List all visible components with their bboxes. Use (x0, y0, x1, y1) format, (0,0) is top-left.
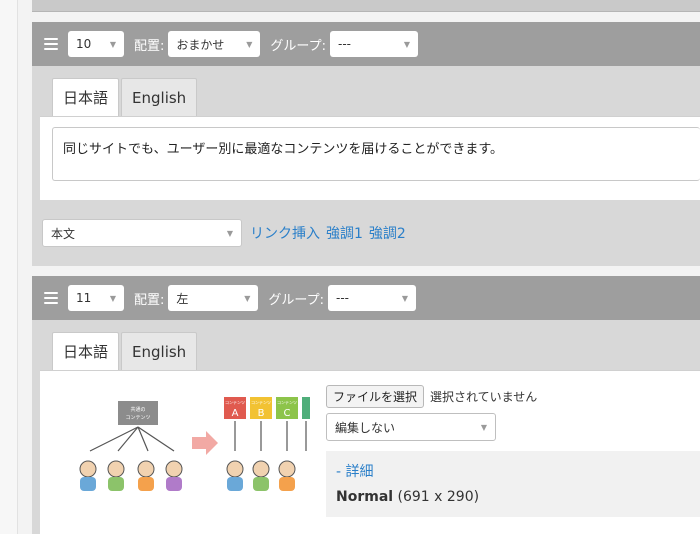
text-panel: 同じサイトでも、ユーザー別に最適なコンテンツを届けることができます。 (40, 116, 700, 200)
placement-value: おまかせ (176, 37, 225, 52)
order-value: 10 (76, 37, 92, 51)
previous-block-edge (32, 0, 700, 12)
placement-select[interactable]: 左 ▼ (168, 285, 259, 311)
order-value: 11 (76, 291, 92, 305)
group-value: --- (336, 291, 349, 305)
drag-handle-icon[interactable] (44, 35, 58, 53)
group-select[interactable]: --- ▼ (330, 31, 418, 57)
content-box-d (302, 397, 310, 419)
drag-handle-icon[interactable] (44, 289, 58, 307)
edit-select[interactable]: 編集しない ▼ (326, 413, 496, 441)
format-select[interactable]: 本文 ▼ (42, 219, 242, 247)
content-box-b-label: コンテンツ (251, 399, 271, 405)
tab-english[interactable]: English (121, 332, 198, 370)
block-11: 11 ▼ 配置: 左 ▼ グループ: --- ▼ 日本語 English 共通の コン… (32, 276, 700, 534)
order-select[interactable]: 10 ▼ (68, 31, 124, 57)
block-toolbar: 10 ▼ 配置: おまかせ ▼ グループ: --- ▼ (32, 22, 700, 66)
content-box-b-letter: B (258, 408, 265, 419)
chevron-down-icon: ▼ (109, 39, 116, 49)
chevron-down-icon: ▼ (244, 293, 251, 303)
placement-label: 配置: (134, 38, 165, 54)
content-boxes: コンテンツ A コンテンツ B コンテンツ C (224, 397, 310, 419)
common-content-label: 共通の (130, 406, 145, 413)
size-name: Normal (336, 489, 394, 505)
order-select[interactable]: 11 ▼ (68, 285, 124, 311)
emphasis-2-link[interactable]: 強調2 (369, 223, 406, 243)
common-content-label: コンテンツ (125, 415, 150, 421)
group-label: グループ: (270, 38, 326, 54)
personalization-illustration: 共通の コンテンツ コンテンツ A コンテンツ B コンテンツ C (79, 397, 310, 491)
chevron-down-icon: ▼ (480, 422, 487, 432)
chevron-down-icon: ▼ (401, 293, 408, 303)
file-status: 選択されていません (430, 390, 538, 404)
content-box-c-label: コンテンツ (277, 399, 297, 405)
users-group-left (79, 460, 183, 491)
image-size: Normal (691 x 290) (336, 489, 479, 505)
left-gutter (0, 0, 18, 534)
chevron-down-icon: ▼ (246, 39, 253, 49)
emphasis-1-link[interactable]: 強調1 (326, 223, 363, 243)
tab-english[interactable]: English (121, 78, 198, 116)
format-row: 本文 ▼ リンク挿入 強調1 強調2 (32, 200, 700, 266)
placement-value: 左 (176, 291, 189, 306)
chevron-down-icon: ▼ (403, 39, 410, 49)
language-tabs: 日本語 English (32, 320, 700, 370)
image-info-box: - 詳細 Normal (691 x 290) (326, 451, 700, 517)
content-box-a-label: コンテンツ (225, 399, 245, 405)
content-box-a-letter: A (232, 408, 239, 419)
block-toolbar: 11 ▼ 配置: 左 ▼ グループ: --- ▼ (32, 276, 700, 320)
common-content-box (118, 401, 158, 425)
placement-label: 配置: (134, 292, 165, 308)
group-label: グループ: (268, 292, 324, 308)
tab-japanese[interactable]: 日本語 (52, 78, 120, 116)
placement-select[interactable]: おまかせ ▼ (168, 31, 261, 57)
tab-japanese[interactable]: 日本語 (52, 332, 120, 370)
chevron-down-icon: ▼ (109, 293, 116, 303)
image-panel: 共通の コンテンツ コンテンツ A コンテンツ B コンテンツ C ファイルを選… (40, 370, 700, 534)
edit-select-value: 編集しない (335, 420, 396, 435)
arrow-right-icon (192, 431, 218, 455)
users-group-right (226, 460, 296, 491)
file-row: ファイルを選択 選択されていません (326, 385, 537, 408)
format-value: 本文 (51, 226, 76, 241)
size-dims: (691 x 290) (397, 489, 480, 505)
choose-file-button[interactable]: ファイルを選択 (326, 385, 425, 408)
body-text-input[interactable]: 同じサイトでも、ユーザー別に最適なコンテンツを届けることができます。 (52, 127, 700, 181)
group-value: --- (338, 37, 351, 51)
chevron-down-icon: ▼ (226, 228, 233, 238)
detail-link[interactable]: - 詳細 (336, 461, 374, 481)
block-10: 10 ▼ 配置: おまかせ ▼ グループ: --- ▼ 日本語 English 同じサ… (32, 22, 700, 266)
insert-link[interactable]: リンク挿入 (250, 223, 320, 243)
language-tabs: 日本語 English (32, 66, 700, 116)
content-box-c-letter: C (284, 408, 291, 419)
group-select[interactable]: --- ▼ (328, 285, 416, 311)
